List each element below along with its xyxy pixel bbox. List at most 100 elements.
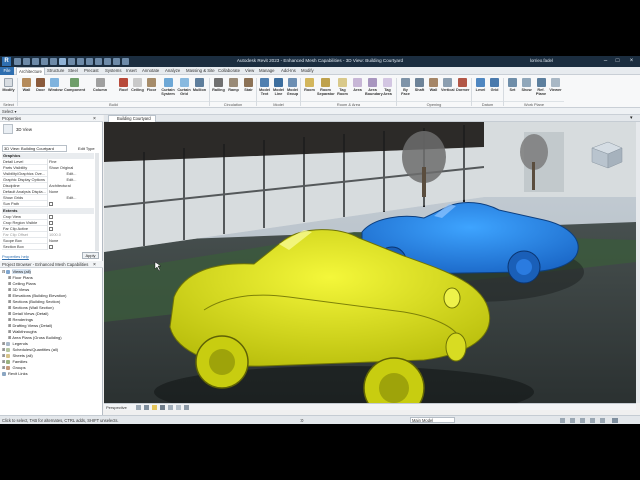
modify-button[interactable]: Modify	[2, 77, 15, 99]
detail-level-icon[interactable]	[136, 405, 141, 410]
sun-path-icon[interactable]	[152, 405, 157, 410]
tab-architecture[interactable]: Architecture	[16, 67, 45, 75]
tree-item-ceiling-plans[interactable]: ⊞ Ceiling Plans	[8, 281, 36, 286]
tab-massing-site[interactable]: Massing & Site	[184, 67, 217, 75]
curtain-system-button[interactable]: Curtain System	[160, 77, 176, 99]
window-button[interactable]: Window	[48, 77, 63, 99]
select-by-face-icon[interactable]	[600, 418, 605, 423]
section-box-checkbox[interactable]	[47, 244, 94, 250]
type-selector[interactable]: 3D View	[16, 127, 32, 132]
tag-room-button[interactable]: Tag Room	[336, 77, 349, 99]
apply-button[interactable]: Apply	[82, 252, 99, 259]
area-boundary-button[interactable]: Area Boundary	[365, 77, 383, 99]
ref-plane-button[interactable]: Ref. Plane	[534, 77, 548, 99]
properties-help-link[interactable]: Properties help	[2, 254, 29, 259]
prop-row[interactable]: Section Box	[2, 244, 94, 250]
design-options-icon[interactable]	[570, 418, 575, 423]
viewer-button[interactable]: Viewer	[549, 77, 562, 99]
tree-item-groups[interactable]: ⊞ Groups	[2, 365, 26, 370]
tab-structure[interactable]: Structure	[45, 67, 66, 75]
tag-area-button[interactable]: Tag Area	[381, 77, 394, 99]
minimize-button[interactable]: –	[601, 57, 610, 66]
tree-item-drafting-views[interactable]: ⊞ Drafting Views (Detail)	[8, 323, 52, 328]
filter-icon[interactable]	[612, 418, 618, 423]
component-button[interactable]: Component	[64, 77, 85, 99]
tree-item-sheets[interactable]: ⊞ Sheets (all)	[2, 353, 33, 358]
tab-add-ins[interactable]: Add-Ins	[279, 67, 298, 75]
properties-close-icon[interactable]: ×	[93, 116, 96, 122]
tree-item-views[interactable]: ⊟ Views (all)	[2, 269, 31, 274]
model-text-button[interactable]: Model Text	[258, 77, 271, 99]
ceiling-button[interactable]: Ceiling	[131, 77, 144, 99]
active-model-dropdown[interactable]: Main Model	[410, 417, 455, 423]
tree-item-area-plans[interactable]: ⊞ Area Plans (Gross Building)	[8, 335, 62, 340]
visual-style-icon[interactable]	[144, 405, 149, 410]
tree-item-families[interactable]: ⊞ Families	[2, 359, 27, 364]
show-button[interactable]: Show	[520, 77, 533, 99]
maximize-button[interactable]: □	[613, 57, 622, 66]
railing-button[interactable]: Railing	[212, 77, 225, 99]
tree-item-floor-plans[interactable]: ⊞ Floor Plans	[8, 275, 33, 280]
viewport-scrollbar[interactable]	[636, 122, 640, 403]
tree-item-elevations[interactable]: ⊞ Elevations (Building Elevation)	[8, 293, 67, 298]
tab-precast[interactable]: Precast	[82, 67, 101, 75]
tree-item-3d-views[interactable]: ⊞ 3D Views	[8, 287, 29, 292]
worksets-icon[interactable]	[560, 418, 565, 423]
tree-item-walkthroughs[interactable]: ⊞ Walkthroughs	[8, 329, 37, 334]
shadows-icon[interactable]	[160, 405, 165, 410]
grid-button[interactable]: Grid	[488, 77, 501, 99]
dormer-button[interactable]: Dormer	[456, 77, 470, 99]
tab-insert[interactable]: Insert	[124, 67, 139, 75]
column-button[interactable]: Column	[92, 77, 108, 99]
sun-path-checkbox[interactable]	[47, 201, 94, 207]
tree-item-schedules[interactable]: ⊞ Schedules/Quantities (all)	[2, 347, 58, 352]
tab-analyze[interactable]: Analyze	[163, 67, 182, 75]
hide-isolate-icon[interactable]	[184, 405, 189, 410]
properties-scrollbar[interactable]	[95, 153, 99, 251]
tab-collaborate[interactable]: Collaborate	[216, 67, 242, 75]
close-button[interactable]: ×	[627, 57, 636, 66]
tab-annotate[interactable]: Annotate	[140, 67, 161, 75]
select-dropdown[interactable]: Select ▾	[2, 109, 17, 114]
instance-filter-dropdown[interactable]: 3D View: Building Courtyard	[2, 145, 67, 152]
floor-button[interactable]: Floor	[145, 77, 158, 99]
tab-steel[interactable]: Steel	[66, 67, 80, 75]
crop-view-icon[interactable]	[168, 405, 173, 410]
prop-row[interactable]: Sun Path	[2, 201, 94, 207]
door-button[interactable]: Door	[34, 77, 47, 99]
tree-item-sections-building[interactable]: ⊞ Sections (Building Section)	[8, 299, 60, 304]
tree-item-detail-views[interactable]: ⊞ Detail Views (Detail)	[8, 311, 48, 316]
wall-button[interactable]: Wall	[20, 77, 33, 99]
level-button[interactable]: Level	[474, 77, 487, 99]
model-line-button[interactable]: Model Line	[272, 77, 285, 99]
curtain-grid-button[interactable]: Curtain Grid	[177, 77, 191, 99]
user-account[interactable]: lorrieo.fadel	[530, 58, 553, 63]
shaft-button[interactable]: Shaft	[413, 77, 426, 99]
by-face-button[interactable]: By Face	[399, 77, 412, 99]
browser-close-icon[interactable]: ×	[93, 262, 96, 268]
mullion-button[interactable]: Mullion	[192, 77, 207, 99]
select-pinned-icon[interactable]	[590, 418, 595, 423]
room-separator-button[interactable]: Room Separator	[317, 77, 335, 99]
vertical-button[interactable]: Vertical	[441, 77, 455, 99]
tree-item-legends[interactable]: ⊞ Legends	[2, 341, 28, 346]
ramp-button[interactable]: Ramp	[227, 77, 240, 99]
lock-view-icon[interactable]	[176, 405, 181, 410]
tab-view[interactable]: View	[243, 67, 256, 75]
view-tab-building-courtyard[interactable]: Building Courtyard	[108, 115, 156, 122]
tab-manage[interactable]: Manage	[257, 67, 277, 75]
3d-viewport[interactable]	[104, 122, 636, 403]
tab-modify[interactable]: Modify	[299, 67, 316, 75]
tree-item-revit-links[interactable]: Revit Links	[2, 371, 28, 376]
select-links-icon[interactable]	[580, 418, 585, 423]
roof-button[interactable]: Roof	[117, 77, 130, 99]
set-button[interactable]: Set	[506, 77, 519, 99]
area-button[interactable]: Area	[351, 77, 364, 99]
model-group-button[interactable]: Model Group	[286, 77, 299, 99]
stair-button[interactable]: Stair	[242, 77, 255, 99]
tab-file[interactable]: File	[0, 67, 14, 75]
view-scale-label[interactable]: Perspective	[106, 405, 127, 410]
tab-systems[interactable]: Systems	[103, 67, 123, 75]
room-button[interactable]: Room	[303, 77, 316, 99]
tree-item-renderings[interactable]: ⊞ Renderings	[8, 317, 33, 322]
